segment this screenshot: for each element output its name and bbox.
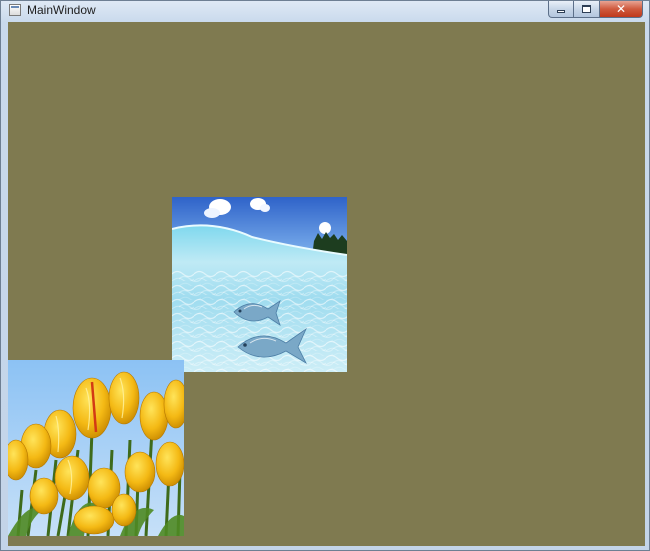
minimize-icon	[557, 10, 565, 13]
yellow-tulips-image	[8, 360, 184, 536]
maximize-button[interactable]	[574, 1, 600, 18]
client-area	[8, 22, 645, 546]
close-icon: ✕	[615, 2, 627, 16]
title-bar[interactable]: MainWindow ✕	[1, 1, 649, 21]
caption-buttons: ✕	[548, 1, 643, 19]
window-title: MainWindow	[27, 3, 96, 17]
main-window: MainWindow ✕	[0, 0, 650, 551]
underwater-fish-image	[172, 197, 347, 372]
minimize-button[interactable]	[548, 1, 574, 18]
window-icon[interactable]	[9, 4, 21, 16]
maximize-icon	[582, 5, 591, 13]
close-button[interactable]: ✕	[600, 1, 643, 18]
